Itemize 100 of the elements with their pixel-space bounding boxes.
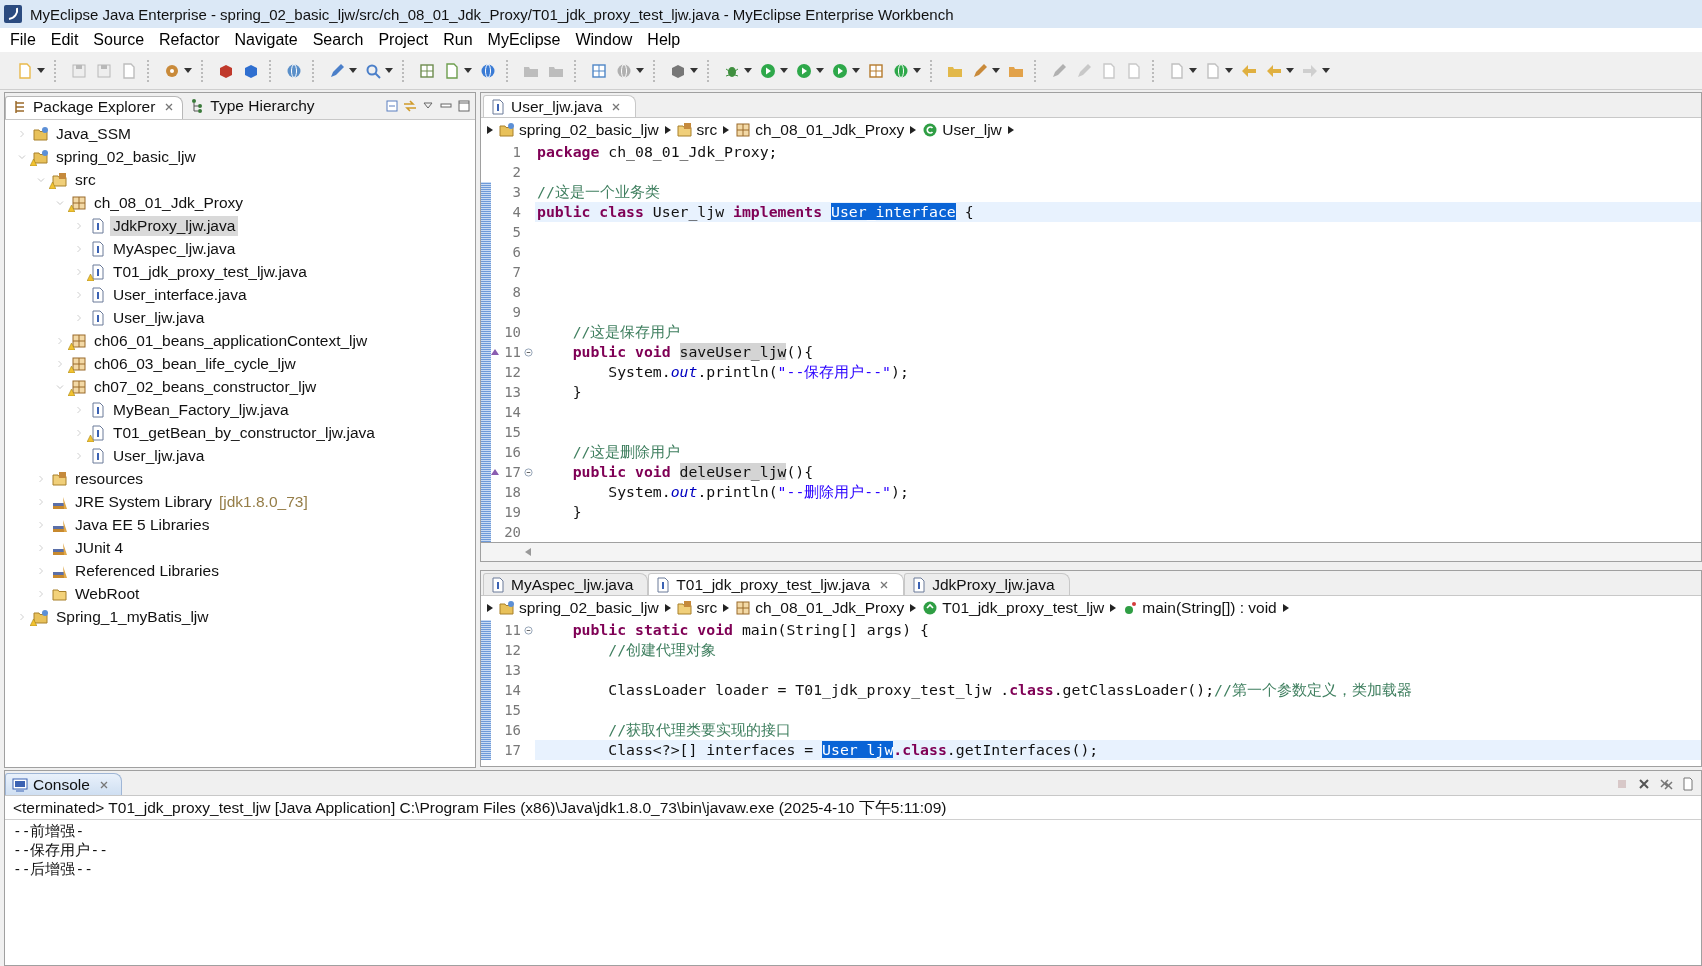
breadcrumb-arrow-icon[interactable]: [1007, 126, 1014, 134]
dropdown-arrow-icon[interactable]: [852, 68, 860, 73]
page-icon[interactable]: [1100, 61, 1118, 80]
dropdown-arrow-icon[interactable]: [464, 68, 472, 73]
menu-item[interactable]: Search: [306, 31, 373, 49]
tree-item[interactable]: User_ljw.java: [110, 307, 208, 328]
dropdown-arrow-icon[interactable]: [913, 68, 921, 73]
dropdown-arrow-icon[interactable]: [636, 68, 644, 73]
fold-minus-icon[interactable]: [523, 467, 533, 477]
dropdown-arrow-icon[interactable]: [1322, 68, 1330, 73]
breadcrumb-item[interactable]: spring_02_basic_ljw: [499, 121, 659, 139]
save-icon[interactable]: [70, 61, 88, 80]
breadcrumb-arrow-icon[interactable]: [487, 126, 493, 134]
tree-item[interactable]: JRE System Library: [72, 491, 215, 512]
dropdown-arrow-icon[interactable]: [385, 68, 393, 73]
breadcrumb-item[interactable]: T01_jdk_proxy_test_ljw: [922, 599, 1105, 617]
code-line: //这是删除用户: [571, 442, 682, 462]
breadcrumb-arrow-icon[interactable]: [664, 126, 671, 134]
globe-icon[interactable]: [479, 61, 497, 80]
tree-item[interactable]: Spring_1_myBatis_ljw: [53, 606, 212, 627]
menu-item[interactable]: Project: [372, 31, 438, 49]
view-tab[interactable]: Type Hierarchy: [183, 96, 323, 119]
menu-item[interactable]: Navigate: [228, 31, 307, 49]
tree-item[interactable]: WebRoot: [72, 583, 143, 604]
close-icon[interactable]: [164, 101, 175, 112]
dropdown-arrow-icon[interactable]: [744, 68, 752, 73]
remove-all-icon[interactable]: [1659, 777, 1673, 791]
tree-item[interactable]: User_ljw.java: [110, 445, 208, 466]
horizontal-scrollbar[interactable]: [480, 543, 1702, 562]
tree-item[interactable]: src: [72, 169, 99, 190]
scroll-left-icon[interactable]: [525, 548, 531, 556]
close-icon[interactable]: [879, 579, 890, 590]
view-tab[interactable]: Console: [5, 773, 122, 795]
page-icon[interactable]: [1681, 777, 1695, 791]
breadcrumb-item[interactable]: src: [676, 121, 718, 139]
menu-item[interactable]: Window: [569, 31, 642, 49]
menu-item[interactable]: Help: [641, 31, 690, 49]
dropdown-arrow-icon[interactable]: [1189, 68, 1197, 73]
breadcrumb-arrow-icon[interactable]: [1282, 604, 1289, 612]
tree-item[interactable]: ch_08_01_Jdk_Proxy: [91, 192, 247, 213]
editor-tab[interactable]: User_ljw.java: [483, 95, 637, 117]
breadcrumb-item[interactable]: ch_08_01_Jdk_Proxy: [735, 121, 905, 139]
tree-item[interactable]: ch07_02_beans_constructor_ljw: [91, 376, 320, 397]
link-arrows-icon[interactable]: [403, 99, 417, 113]
dropdown-arrow-icon[interactable]: [37, 68, 45, 73]
breadcrumb-item[interactable]: User_ljw: [922, 121, 1002, 139]
menu-item[interactable]: Edit: [44, 31, 88, 49]
dropdown-arrow-icon[interactable]: [992, 68, 1000, 73]
breadcrumb-arrow-icon[interactable]: [1110, 604, 1117, 612]
tree-item[interactable]: JdkProxy_ljw.java: [110, 215, 239, 236]
menu-item[interactable]: Source: [87, 31, 154, 49]
breadcrumb-arrow-icon[interactable]: [723, 604, 730, 612]
editor-tab[interactable]: JdkProxy_ljw.java: [904, 573, 1070, 595]
tree-item[interactable]: JUnit 4: [72, 537, 127, 558]
fold-minus-icon[interactable]: [523, 625, 533, 635]
breadcrumb-arrow-icon[interactable]: [910, 126, 917, 134]
dropdown-arrow-icon[interactable]: [349, 68, 357, 73]
tree-item[interactable]: T01_jdk_proxy_test_ljw.java: [110, 261, 310, 282]
tree-item[interactable]: MyAspec_ljw.java: [110, 238, 239, 259]
breadcrumb-arrow-icon[interactable]: [487, 604, 493, 612]
editor-tab[interactable]: MyAspec_ljw.java: [483, 573, 649, 595]
view-tab[interactable]: Package Explorer: [5, 96, 184, 119]
menu-item[interactable]: File: [4, 31, 45, 49]
page-icon[interactable]: [1125, 61, 1143, 80]
tree-item[interactable]: Java_SSM: [53, 123, 134, 144]
tree-item[interactable]: ch06_01_beans_applicationContext_ljw: [91, 330, 371, 351]
breadcrumb-item[interactable]: spring_02_basic_ljw: [499, 599, 659, 617]
breadcrumb-item[interactable]: src: [676, 599, 718, 617]
tree-item[interactable]: Referenced Libraries: [72, 560, 222, 581]
dropdown-arrow-icon[interactable]: [690, 68, 698, 73]
tree-item[interactable]: Java EE 5 Libraries: [72, 514, 213, 535]
tree-item[interactable]: ch06_03_bean_life_cycle_ljw: [91, 353, 299, 374]
dropdown-arrow-icon[interactable]: [184, 68, 192, 73]
breadcrumb-item[interactable]: ch_08_01_Jdk_Proxy: [735, 599, 905, 617]
editor-tab[interactable]: T01_jdk_proxy_test_ljw.java: [648, 573, 905, 595]
dropdown-arrow-icon[interactable]: [816, 68, 824, 73]
collapse-all-icon[interactable]: [385, 99, 399, 113]
fold-minus-icon[interactable]: [523, 347, 533, 357]
menu-item[interactable]: MyEclipse: [481, 31, 570, 49]
breadcrumb-arrow-icon[interactable]: [723, 126, 730, 134]
remove-icon[interactable]: [1637, 777, 1651, 791]
menu-item[interactable]: Refactor: [153, 31, 229, 49]
menu-item[interactable]: Run: [437, 31, 482, 49]
tree-item[interactable]: T01_getBean_by_constructor_ljw.java: [110, 422, 378, 443]
tree-item[interactable]: MyBean_Factory_ljw.java: [110, 399, 292, 420]
save-all-icon[interactable]: [95, 61, 113, 80]
breadcrumb-arrow-icon[interactable]: [664, 604, 671, 612]
package-icon[interactable]: [867, 61, 885, 80]
dropdown-arrow-icon[interactable]: [1225, 68, 1233, 73]
breadcrumb-item[interactable]: main(String[]) : void: [1122, 599, 1277, 617]
close-icon[interactable]: [611, 101, 622, 112]
maximize-icon[interactable]: [457, 99, 471, 113]
tree-item[interactable]: spring_02_basic_ljw: [53, 146, 199, 167]
tree-item[interactable]: User_interface.java: [110, 284, 250, 305]
close-icon[interactable]: [98, 779, 109, 790]
dropdown-arrow-icon[interactable]: [1286, 68, 1294, 73]
globe-icon[interactable]: [285, 61, 303, 80]
dropdown-arrow-icon[interactable]: [780, 68, 788, 73]
tree-item[interactable]: resources: [72, 468, 147, 489]
breadcrumb-arrow-icon[interactable]: [910, 604, 917, 612]
